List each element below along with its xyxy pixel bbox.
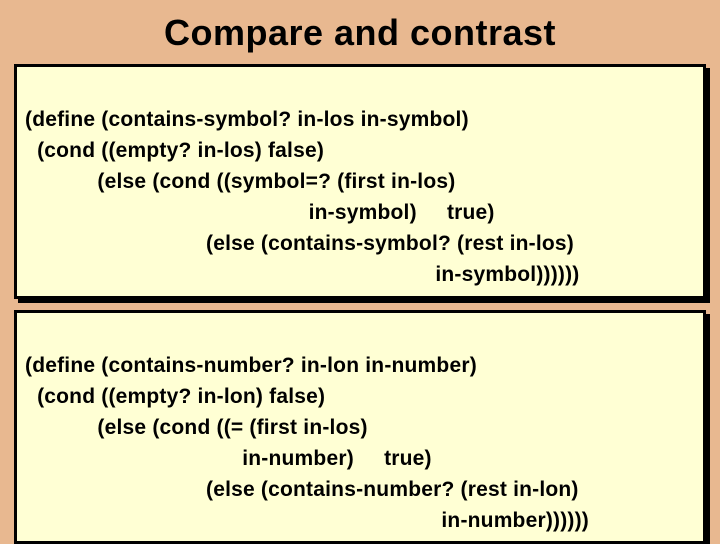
- code-line: (cond ((empty? in-los) false): [25, 139, 324, 162]
- code-line: in-number)))))): [25, 509, 589, 532]
- code-line: (else (cond ((= (first in-los): [25, 416, 368, 439]
- slide: Compare and contrast (define (contains-s…: [0, 0, 720, 540]
- code-box-symbol: (define (contains-symbol? in-los in-symb…: [14, 64, 706, 299]
- code-line: (cond ((empty? in-lon) false): [25, 385, 325, 408]
- code-line: in-symbol)))))): [25, 263, 579, 286]
- code-line: (else (contains-symbol? (rest in-los): [25, 232, 574, 255]
- code-box-number: (define (contains-number? in-lon in-numb…: [14, 310, 706, 544]
- code-line: in-number) true): [25, 447, 432, 470]
- code-line: (define (contains-number? in-lon in-numb…: [25, 354, 477, 377]
- code-line: (define (contains-symbol? in-los in-symb…: [25, 108, 469, 131]
- code-line: (else (cond ((symbol=? (first in-los): [25, 170, 455, 193]
- code-line: (else (contains-number? (rest in-lon): [25, 478, 579, 501]
- code-line: in-symbol) true): [25, 201, 495, 224]
- slide-title: Compare and contrast: [14, 12, 706, 54]
